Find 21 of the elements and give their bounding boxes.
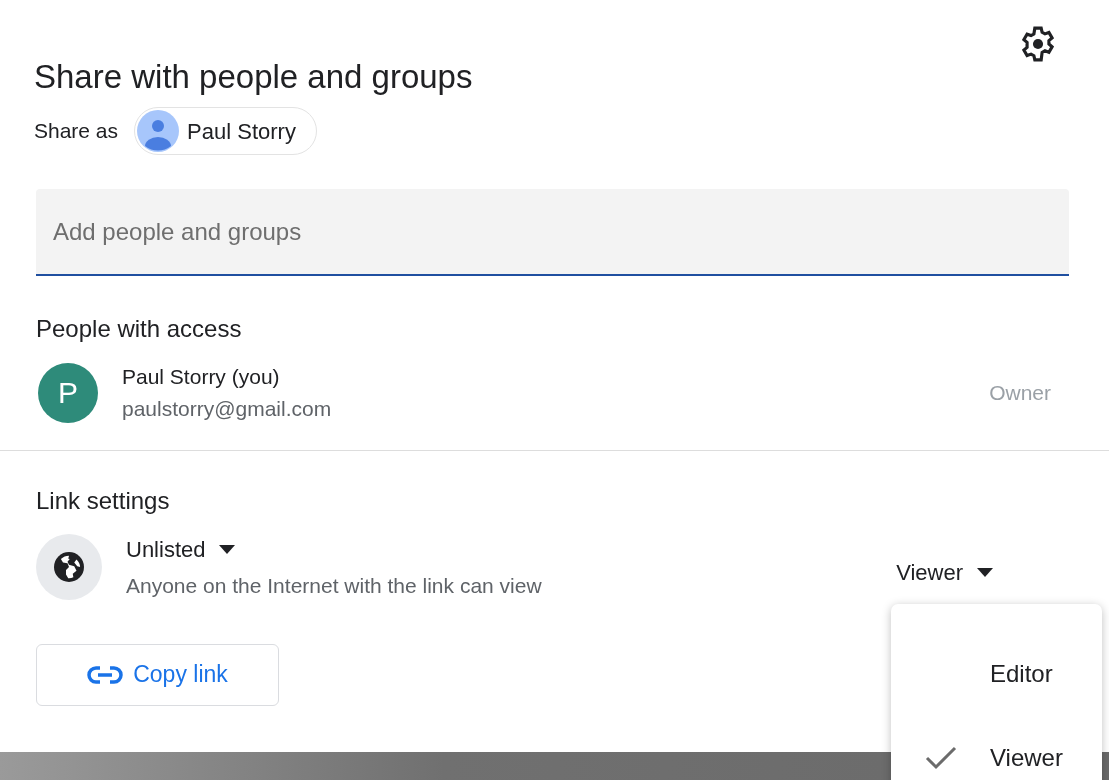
person-name: Paul Storry (you) (122, 364, 281, 390)
add-people-field[interactable]: Add people and groups (36, 189, 1069, 276)
section-heading: People with access (35, 314, 243, 344)
caret-icon (977, 567, 993, 577)
check-icon (924, 746, 957, 770)
copy-link-button[interactable]: Copy link (36, 643, 279, 706)
access-dropdown[interactable]: Unlisted (126, 533, 236, 566)
person-email: paulstorry@gmail.com (122, 395, 333, 422)
link-icon (87, 664, 124, 685)
access-description: Anyone on the Internet with the link can view (126, 573, 543, 599)
caret-icon (219, 545, 236, 554)
settings-icon[interactable] (1019, 24, 1057, 63)
avatar-icon (137, 110, 180, 152)
dialog-title: Share with people and groups (33, 57, 474, 93)
avatar: P (38, 362, 98, 423)
menu-item[interactable]: Viewer (891, 716, 1102, 780)
menu-item[interactable]: Editor (891, 632, 1102, 716)
role-label: Owner (989, 379, 1051, 406)
section-heading: Link settings (35, 486, 171, 516)
share-as-label: Share as (34, 118, 119, 145)
role-dropdown[interactable]: Viewer (896, 555, 993, 589)
